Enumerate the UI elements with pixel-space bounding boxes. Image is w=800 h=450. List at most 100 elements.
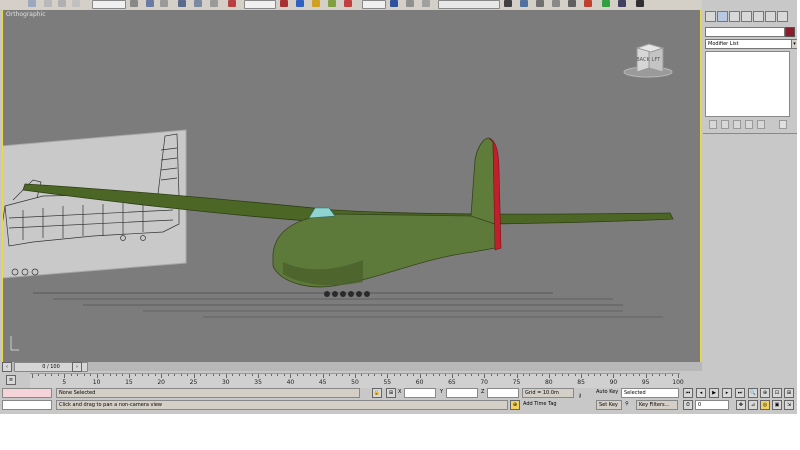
- scale-icon[interactable]: [210, 0, 218, 7]
- reference-coord-dropdown[interactable]: [244, 0, 276, 9]
- absolute-mode-icon[interactable]: ⊞: [386, 388, 396, 398]
- align-icon[interactable]: [390, 0, 398, 7]
- y-coord-field[interactable]: [446, 388, 478, 398]
- next-frame-icon[interactable]: ▸: [722, 388, 732, 398]
- rotate-icon[interactable]: [194, 0, 202, 7]
- select-object-icon[interactable]: [130, 0, 138, 7]
- modifier-list-dropdown[interactable]: Modifier List: [705, 39, 792, 49]
- z-coord-field[interactable]: [487, 388, 519, 398]
- show-end-result-icon[interactable]: [721, 120, 729, 129]
- time-config-icon[interactable]: ⏱: [683, 400, 693, 410]
- time-tag-icon[interactable]: ⊕: [510, 400, 520, 410]
- track-tick: [652, 374, 654, 376]
- modify-tab-icon[interactable]: [717, 11, 728, 22]
- key-filters-button[interactable]: Key Filters...: [636, 400, 678, 410]
- render-teapot-icon[interactable]: [584, 0, 592, 7]
- zoom-all-icon[interactable]: ⊕: [760, 388, 770, 398]
- zoom-icon[interactable]: 🔍: [748, 388, 758, 398]
- track-tick: [380, 374, 382, 376]
- lock-selection-icon[interactable]: 🔒: [372, 388, 382, 398]
- create-tab-icon[interactable]: [705, 11, 716, 22]
- render-setup-icon[interactable]: [520, 0, 528, 7]
- prompt-line: Click and drag to pan a non-camera view: [56, 400, 508, 410]
- spinner-snap-icon[interactable]: [344, 0, 352, 7]
- viewport-orthographic[interactable]: Orthographic BACK LFT: [2, 9, 701, 363]
- auto-key-button[interactable]: Auto Key: [596, 388, 618, 396]
- pan-icon[interactable]: ✥: [736, 400, 746, 410]
- hierarchy-tab-icon[interactable]: [729, 11, 740, 22]
- prev-frame-icon[interactable]: ◂: [696, 388, 706, 398]
- field-of-view-icon[interactable]: ⊿: [748, 400, 758, 410]
- app-window: Orthographic BACK LFT Modifier List ▾ ‹ …: [0, 0, 797, 414]
- pin-stack-icon[interactable]: [709, 120, 717, 129]
- curve-editor-icon[interactable]: [422, 0, 430, 7]
- track-tick: [258, 374, 260, 378]
- play-icon[interactable]: ▶: [709, 388, 719, 398]
- zoom-extents-all-icon[interactable]: ⊞: [784, 388, 794, 398]
- move-icon[interactable]: [178, 0, 186, 7]
- track-tick-label: 65: [448, 379, 456, 386]
- set-key-button[interactable]: Set Key: [596, 400, 622, 410]
- region-select-icon[interactable]: [160, 0, 168, 7]
- maxscript-output-field[interactable]: [2, 400, 52, 410]
- track-bar[interactable]: ≡ 5 10 15 20 25 30 35 40 45 50 55 60 65 70 75 80 85 90 95 1…: [2, 373, 702, 388]
- key-icon[interactable]: ⚷: [576, 392, 584, 400]
- modifier-stack[interactable]: [705, 51, 790, 117]
- mirror-icon[interactable]: [228, 0, 236, 7]
- track-tick: [193, 374, 195, 378]
- track-ruler[interactable]: 5 10 15 20 25 30 35 40 45 50 55 60 65 70 75 80 85 90 95 100: [30, 373, 684, 388]
- time-prev-icon[interactable]: ‹: [2, 362, 12, 372]
- configure-sets-icon[interactable]: [757, 120, 765, 129]
- angle-snap-icon[interactable]: [312, 0, 320, 7]
- link-icon[interactable]: [44, 0, 52, 7]
- schematic-icon[interactable]: [438, 0, 500, 9]
- maxscript-listener-field[interactable]: [2, 388, 52, 398]
- remove-modifier-icon[interactable]: [745, 120, 753, 129]
- filter-dropdown[interactable]: [92, 0, 126, 9]
- percent-snap-icon[interactable]: [328, 0, 336, 7]
- track-tick-label: 60: [415, 379, 424, 386]
- hammer-icon[interactable]: [777, 11, 788, 22]
- environment-icon[interactable]: [568, 0, 576, 7]
- object-name-field[interactable]: [705, 27, 785, 37]
- mini-curve-editor-icon[interactable]: ≡: [6, 375, 16, 385]
- add-time-tag-button[interactable]: Add Time Tag: [523, 400, 557, 408]
- goto-start-icon[interactable]: ⏮: [683, 388, 693, 398]
- panel-divider: [703, 133, 797, 134]
- snap-icon[interactable]: [296, 0, 304, 7]
- panel-options-icon[interactable]: [779, 120, 787, 129]
- current-frame-field[interactable]: 0: [695, 400, 729, 410]
- track-tick: [206, 374, 208, 376]
- render-frame-icon[interactable]: [536, 0, 544, 7]
- time-next-icon[interactable]: ›: [72, 362, 82, 372]
- quick-render-icon[interactable]: [552, 0, 560, 7]
- layer-icon[interactable]: [406, 0, 414, 7]
- x-coord-field[interactable]: [404, 388, 436, 398]
- render-last-icon[interactable]: [636, 0, 644, 7]
- track-tick: [90, 374, 92, 376]
- material-editor-icon[interactable]: [504, 0, 512, 7]
- goto-end-icon[interactable]: ⏭: [735, 388, 745, 398]
- maximize-viewport-icon[interactable]: ▣: [772, 400, 782, 410]
- orbit-icon[interactable]: ◎: [760, 400, 770, 410]
- walkthrough-icon[interactable]: ⇲: [784, 400, 794, 410]
- make-unique-icon[interactable]: [733, 120, 741, 129]
- object-color-swatch[interactable]: [785, 27, 795, 37]
- render-icon[interactable]: [602, 0, 610, 7]
- unlink-icon[interactable]: [58, 0, 66, 7]
- zoom-extents-icon[interactable]: ⊡: [772, 388, 782, 398]
- named-selection-dropdown[interactable]: [362, 0, 386, 9]
- key-mode-dropdown[interactable]: Selected: [621, 388, 679, 398]
- modifier-list-arrow-icon[interactable]: ▾: [791, 39, 797, 49]
- motion-tab-icon[interactable]: [741, 11, 752, 22]
- display-tab-icon[interactable]: [753, 11, 764, 22]
- utilities-tab-icon[interactable]: [765, 11, 776, 22]
- ground-shadow: [33, 292, 663, 318]
- viewcube-back-label: BACK: [636, 57, 650, 63]
- key-filter-icon[interactable]: ⚲: [623, 400, 631, 408]
- pivot-icon[interactable]: [280, 0, 288, 7]
- select-icon[interactable]: [28, 0, 36, 7]
- select-by-name-icon[interactable]: [146, 0, 154, 7]
- active-shade-icon[interactable]: [618, 0, 626, 7]
- bind-icon[interactable]: [72, 0, 80, 7]
